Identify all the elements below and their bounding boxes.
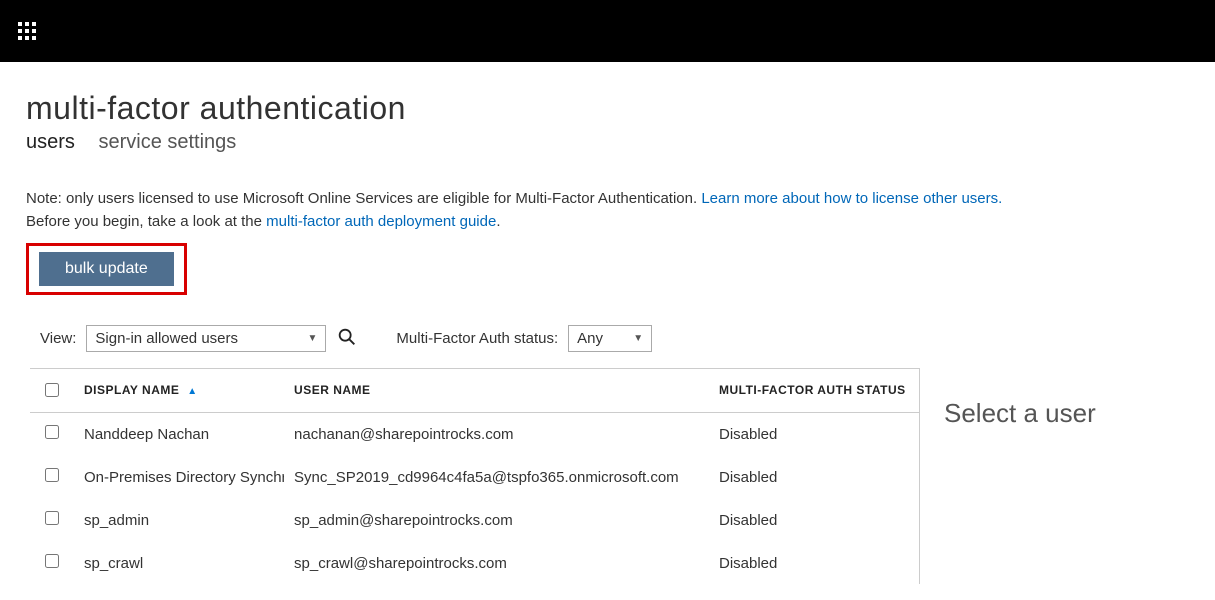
col-display-name[interactable]: DISPLAY NAME ▲ (74, 369, 284, 413)
chevron-down-icon: ▼ (308, 333, 318, 344)
col-user-name[interactable]: USER NAME (284, 369, 709, 413)
sort-asc-icon: ▲ (187, 386, 197, 397)
search-icon[interactable] (336, 326, 358, 351)
status-select-value: Any (577, 330, 603, 347)
app-launcher-icon[interactable] (18, 22, 36, 40)
table-row[interactable]: sp_adminsp_admin@sharepointrocks.comDisa… (30, 499, 919, 542)
row-checkbox[interactable] (45, 511, 59, 525)
status-label: Multi-Factor Auth status: (396, 330, 558, 347)
note-line2b: . (496, 213, 500, 230)
table-row[interactable]: sp_crawlsp_crawl@sharepointrocks.comDisa… (30, 542, 919, 585)
col-display-name-label: DISPLAY NAME (84, 383, 179, 397)
main-content: multi-factor authentication users servic… (0, 62, 1215, 584)
users-table-container: DISPLAY NAME ▲ USER NAME MULTI-FACTOR AU… (30, 368, 919, 584)
cell-user-name: nachanan@sharepointrocks.com (284, 413, 709, 456)
filter-row: View: Sign-in allowed users ▼ Multi-Fact… (26, 325, 1189, 352)
cell-display-name: sp_crawl (74, 542, 284, 585)
status-select[interactable]: Any ▼ (568, 325, 652, 352)
row-checkbox[interactable] (45, 554, 59, 568)
top-bar (0, 0, 1215, 62)
cell-status: Disabled (709, 542, 919, 585)
chevron-down-icon: ▼ (633, 333, 643, 344)
select-all-checkbox[interactable] (45, 383, 59, 397)
bulk-update-highlight: bulk update (26, 243, 187, 295)
cell-display-name: Nanddeep Nachan (74, 413, 284, 456)
cell-user-name: sp_crawl@sharepointrocks.com (284, 542, 709, 585)
view-select[interactable]: Sign-in allowed users ▼ (86, 325, 326, 352)
cell-status: Disabled (709, 456, 919, 499)
cell-status: Disabled (709, 413, 919, 456)
note-text: Note: only users licensed to use Microso… (26, 188, 1189, 233)
bulk-update-button[interactable]: bulk update (39, 252, 174, 286)
link-license-users[interactable]: Learn more about how to license other us… (701, 190, 1002, 207)
tab-bar: users service settings (26, 131, 1189, 154)
col-status[interactable]: MULTI-FACTOR AUTH STATUS (709, 369, 919, 413)
cell-display-name: sp_admin (74, 499, 284, 542)
side-panel: Select a user (919, 368, 1189, 584)
table-row[interactable]: Nanddeep Nachannachanan@sharepointrocks.… (30, 413, 919, 456)
note-line1: Note: only users licensed to use Microso… (26, 190, 701, 207)
table-row[interactable]: On-Premises Directory SynchronizationSyn… (30, 456, 919, 499)
side-panel-heading: Select a user (944, 398, 1189, 429)
view-select-value: Sign-in allowed users (95, 330, 238, 347)
tab-users[interactable]: users (26, 131, 75, 154)
note-line2: Before you begin, take a look at the (26, 213, 266, 230)
cell-user-name: sp_admin@sharepointrocks.com (284, 499, 709, 542)
cell-status: Disabled (709, 499, 919, 542)
page-title: multi-factor authentication (26, 90, 1189, 127)
row-checkbox[interactable] (45, 425, 59, 439)
tab-service-settings[interactable]: service settings (98, 131, 236, 154)
cell-user-name: Sync_SP2019_cd9964c4fa5a@tspfo365.onmicr… (284, 456, 709, 499)
link-deployment-guide[interactable]: multi-factor auth deployment guide (266, 213, 496, 230)
users-table: DISPLAY NAME ▲ USER NAME MULTI-FACTOR AU… (30, 368, 919, 584)
row-checkbox[interactable] (45, 468, 59, 482)
view-label: View: (40, 330, 76, 347)
cell-display-name: On-Premises Directory Synchronization (74, 456, 284, 499)
